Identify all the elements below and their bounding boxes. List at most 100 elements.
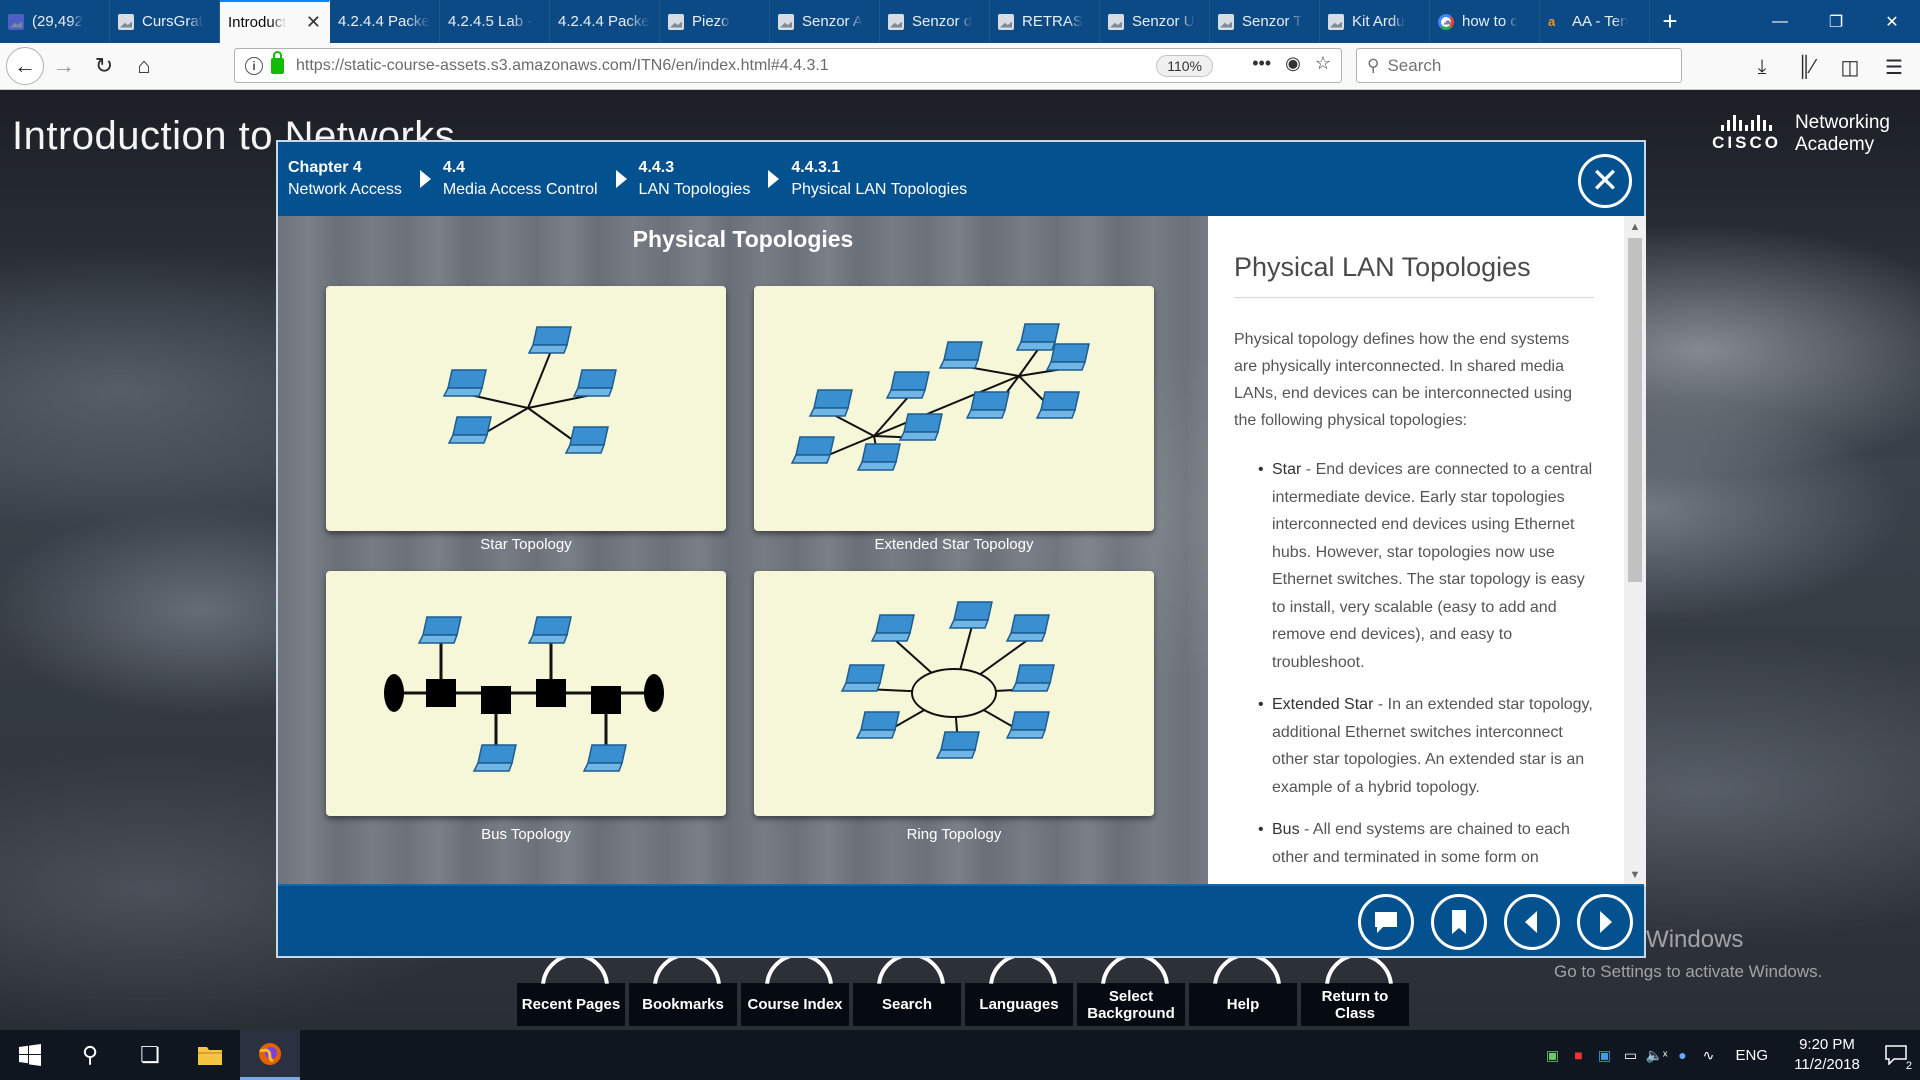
breadcrumb-arrow-icon: [419, 170, 431, 188]
breadcrumb-chapter[interactable]: Chapter 4 Network Access: [288, 157, 402, 201]
page-actions: ••• ◉ ☆: [1252, 53, 1331, 74]
pocket-icon[interactable]: ◉: [1285, 53, 1301, 74]
task-view-button[interactable]: ❏: [120, 1030, 180, 1080]
help-button[interactable]: Help: [1189, 983, 1297, 1026]
star-caption: Star Topology: [480, 536, 572, 553]
laptop-icon: [948, 601, 993, 629]
browser-tab[interactable]: Senzor U: [1100, 0, 1210, 43]
laptop-icon: [898, 413, 943, 441]
restore-icon[interactable]: ❐: [1808, 0, 1864, 43]
close-tab-icon[interactable]: ✕: [306, 12, 321, 33]
forward-button[interactable]: →: [44, 46, 84, 86]
cisco-mark-icon: CISCO: [1712, 115, 1781, 153]
bus-topology-svg: [384, 616, 664, 772]
file-explorer-button[interactable]: [180, 1030, 240, 1080]
download-icon[interactable]: ⤓: [1742, 47, 1782, 87]
security-icon[interactable]: ■: [1566, 1030, 1590, 1080]
home-button[interactable]: ⌂: [124, 46, 164, 86]
url-text[interactable]: https://static-course-assets.s3.amazonaw…: [296, 57, 829, 75]
close-modal-button[interactable]: ✕: [1578, 154, 1632, 208]
breadcrumb-page[interactable]: 4.4.3.1 Physical LAN Topologies: [791, 157, 967, 201]
text-content: Physical LAN Topologies Physical topolog…: [1234, 252, 1594, 886]
bottom-menu: Recent Pages Bookmarks Course Index Sear…: [517, 983, 1409, 1026]
more-icon[interactable]: •••: [1252, 53, 1271, 74]
breadcrumb-subsection[interactable]: 4.4.3 LAN Topologies: [639, 157, 751, 201]
amazon-icon: a: [1548, 13, 1556, 29]
url-bar[interactable]: i https://static-course-assets.s3.amazon…: [234, 48, 1342, 83]
text-pane: Physical LAN Topologies Physical topolog…: [1208, 216, 1646, 886]
browser-tab[interactable]: CursGrat: [110, 0, 220, 43]
laptop-icon: [447, 416, 492, 444]
library-icon[interactable]: ║⁄: [1786, 47, 1826, 87]
scroll-up-icon[interactable]: ▲: [1624, 218, 1646, 236]
wifi-icon[interactable]: ∿: [1696, 1030, 1720, 1080]
close-window-icon[interactable]: ✕: [1864, 0, 1920, 43]
sidebar-icon[interactable]: ◫: [1830, 47, 1870, 87]
next-page-button[interactable]: [1577, 894, 1633, 950]
language-indicator[interactable]: ENG: [1735, 1047, 1768, 1064]
recent-pages-button[interactable]: Recent Pages: [517, 983, 625, 1026]
return-to-class-button[interactable]: Return to Class: [1301, 983, 1409, 1026]
scroll-thumb[interactable]: [1628, 238, 1642, 582]
course-index-button[interactable]: Course Index: [741, 983, 849, 1026]
browser-tab[interactable]: 4.2.4.4 Packe: [330, 0, 440, 43]
search-placeholder: Search: [1387, 55, 1442, 75]
tab-strip: (29,492 CursGrat Introduct ✕ 4.2.4.4 Packe 4.…: [0, 0, 1650, 43]
clock[interactable]: 9:20 PM 11/2/2018: [1782, 1035, 1872, 1075]
select-background-button[interactable]: Select Background: [1077, 983, 1185, 1026]
laptop-icon: [472, 744, 517, 772]
browser-tab[interactable]: 4.2.4.5 Lab -: [440, 0, 550, 43]
browser-tab[interactable]: (29,492: [0, 0, 110, 43]
previous-page-button[interactable]: [1504, 894, 1560, 950]
search-input[interactable]: ⚲ Search: [1356, 48, 1682, 83]
browser-tab[interactable]: Piezo: [660, 0, 770, 43]
firefox-button[interactable]: [240, 1030, 300, 1080]
browser-tab[interactable]: a AA - Ten: [1540, 0, 1650, 43]
start-button[interactable]: [0, 1030, 60, 1080]
search-icon: ⚲: [1367, 55, 1380, 75]
cisco-brand: CISCO: [1712, 133, 1781, 152]
browser-tab[interactable]: Senzor A: [770, 0, 880, 43]
clock-time: 9:20 PM: [1799, 1036, 1855, 1053]
menu-icon[interactable]: ☰: [1874, 47, 1914, 87]
browser-tab[interactable]: 4.2.4.4 Packe: [550, 0, 660, 43]
home-icon: ⌂: [137, 53, 151, 78]
volume-icon[interactable]: 🔈ˣ: [1644, 1030, 1668, 1080]
bookmarks-button[interactable]: Bookmarks: [629, 983, 737, 1026]
search-taskbar-button[interactable]: ⚲: [60, 1030, 120, 1080]
browser-tab[interactable]: Senzor T: [1210, 0, 1320, 43]
action-center-button[interactable]: 2: [1872, 1030, 1920, 1080]
back-button[interactable]: ←: [6, 47, 44, 85]
modal-footer: [278, 884, 1644, 956]
page-icon: [888, 13, 904, 30]
google-icon: [1438, 13, 1454, 30]
languages-button[interactable]: Languages: [965, 983, 1073, 1026]
comment-button[interactable]: [1358, 894, 1414, 950]
page-icon: [778, 13, 794, 30]
browser-tab[interactable]: how to c: [1430, 0, 1540, 43]
windows-logo-icon: [19, 1044, 41, 1066]
scroll-down-icon[interactable]: ▼: [1624, 866, 1646, 884]
breadcrumb-section[interactable]: 4.4 Media Access Control: [443, 157, 598, 201]
text-scrollbar[interactable]: ▲ ▼: [1624, 216, 1646, 886]
search-button[interactable]: Search: [853, 983, 961, 1026]
app-tray-icon[interactable]: ▣: [1592, 1030, 1616, 1080]
network-status-icon[interactable]: ▣: [1540, 1030, 1564, 1080]
bluetooth-icon[interactable]: ●: [1670, 1030, 1694, 1080]
tab-label: (29,492: [32, 13, 83, 30]
firefox-icon: [259, 1042, 281, 1065]
minimize-icon[interactable]: —: [1752, 0, 1808, 43]
browser-tab[interactable]: Kit Ardu: [1320, 0, 1430, 43]
battery-icon[interactable]: ▭: [1618, 1030, 1642, 1080]
reload-button[interactable]: ↻: [84, 46, 124, 86]
browser-tab[interactable]: Introduct ✕: [220, 0, 330, 43]
browser-tab[interactable]: Senzor d: [880, 0, 990, 43]
new-tab-button[interactable]: +: [1650, 0, 1690, 43]
tab-label: RETRAS: [1022, 13, 1083, 30]
browser-tab[interactable]: RETRAS: [990, 0, 1100, 43]
arrow-left-icon: ←: [14, 53, 36, 78]
bookmark-star-icon[interactable]: ☆: [1315, 53, 1331, 74]
info-icon[interactable]: i: [245, 56, 263, 75]
zoom-level-badge[interactable]: 110%: [1156, 55, 1213, 77]
bookmark-button[interactable]: [1431, 894, 1487, 950]
